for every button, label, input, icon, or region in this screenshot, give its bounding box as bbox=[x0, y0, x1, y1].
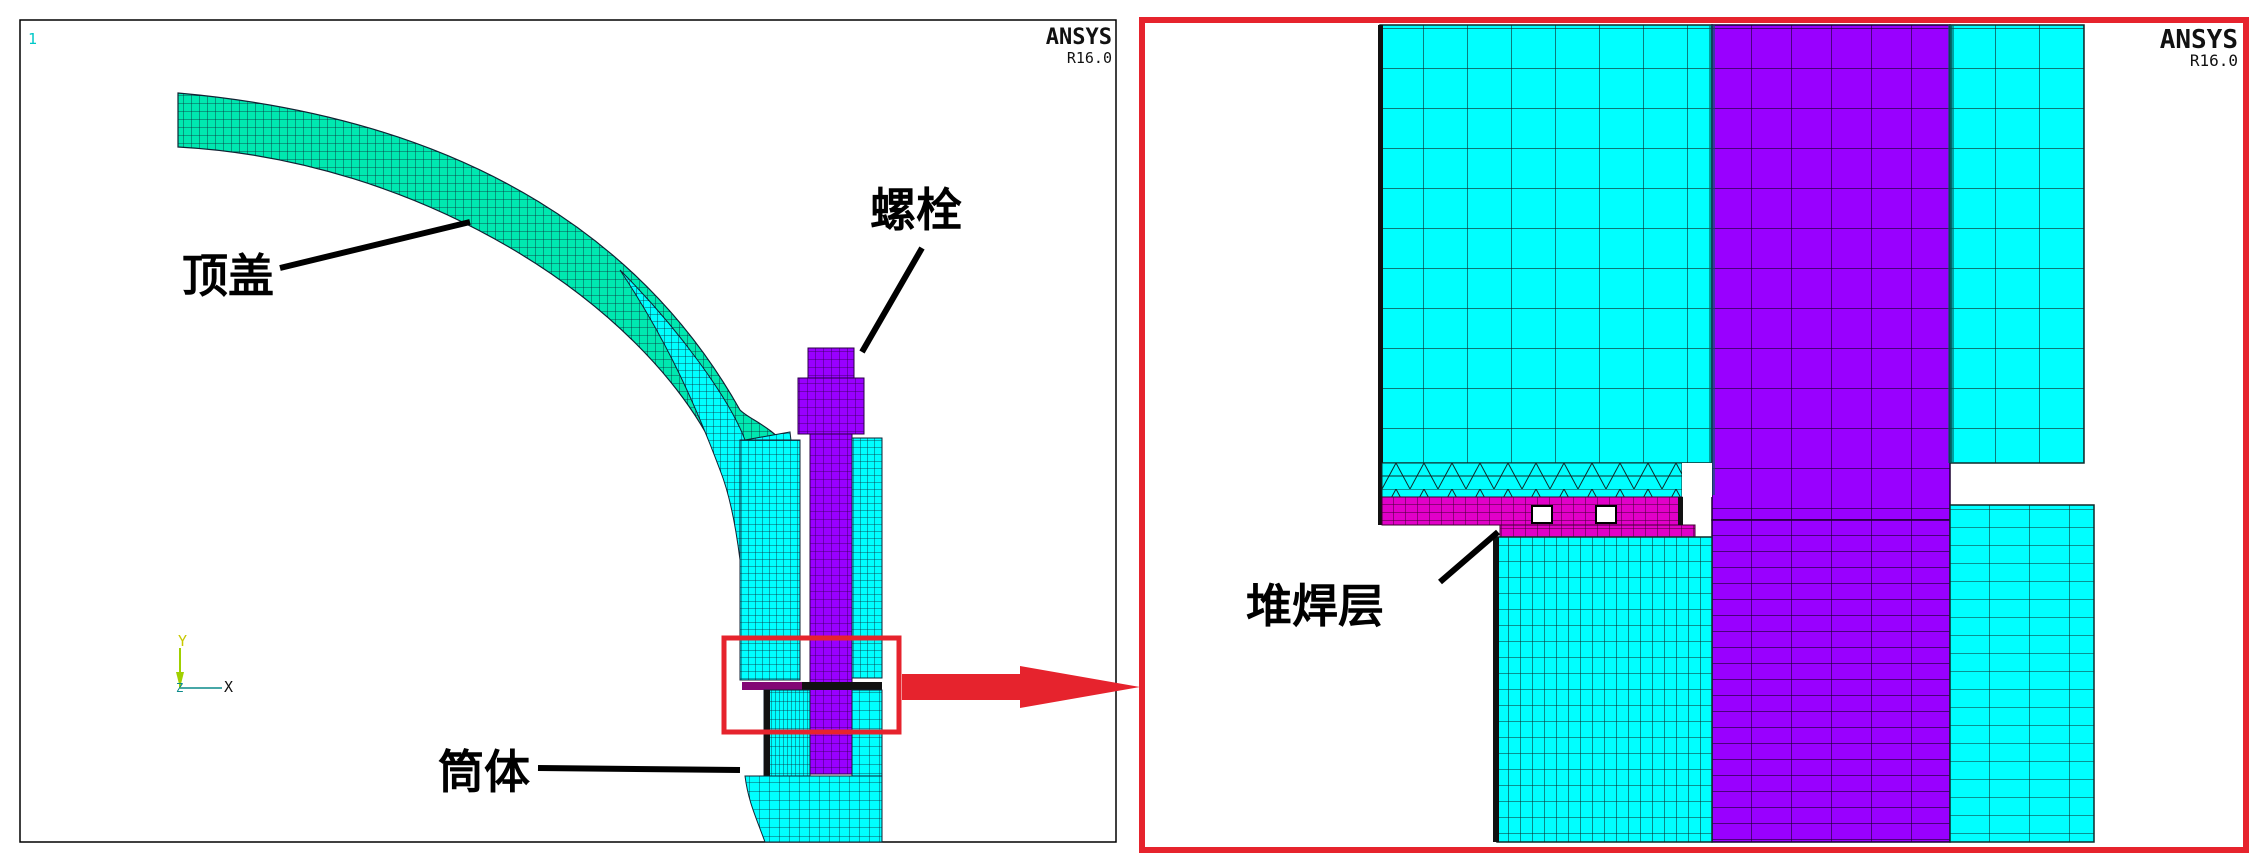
cover-flange-inner bbox=[739, 439, 801, 681]
detail-flange-right bbox=[1949, 24, 2085, 464]
window-number: 1 bbox=[28, 30, 37, 48]
axis-z-label: Z bbox=[176, 681, 183, 695]
bolt-nut bbox=[797, 377, 865, 435]
diagram-canvas: 1 ANSYS R16.0 Y X Z 顶盖 螺栓 筒体 ANSYS R16.0… bbox=[19, 17, 2249, 853]
detail-flange-right-lower bbox=[1949, 504, 2095, 843]
ansys-release-left: R16.0 bbox=[1067, 49, 1112, 67]
detail-bolt-lower bbox=[1711, 519, 1951, 843]
detail-transition-row bbox=[1381, 462, 1683, 498]
axis-x-label: X bbox=[224, 678, 233, 696]
flange-right-mesh bbox=[851, 437, 883, 679]
shell-leader bbox=[537, 765, 741, 773]
detail-gap-2 bbox=[1595, 505, 1617, 524]
bolt-label: 螺栓 bbox=[870, 183, 962, 237]
detail-gap-1 bbox=[1531, 505, 1553, 524]
axis-y-label: Y bbox=[178, 632, 187, 650]
shell-lower-mesh bbox=[744, 775, 883, 843]
shell-label: 筒体 bbox=[438, 745, 530, 799]
top-cover-label: 顶盖 bbox=[182, 249, 274, 303]
bolt-shank bbox=[809, 433, 853, 775]
detail-bolt-upper bbox=[1711, 24, 1951, 521]
detail-flange-left bbox=[1379, 24, 1713, 464]
overlay-layer-label: 堆焊层 bbox=[1246, 579, 1384, 633]
bolt-nut-top bbox=[807, 347, 855, 379]
ansys-release-right: R16.0 bbox=[2190, 51, 2238, 70]
detail-shell-mesh bbox=[1496, 536, 1713, 843]
ansys-brand-left: ANSYS bbox=[1046, 25, 1112, 50]
